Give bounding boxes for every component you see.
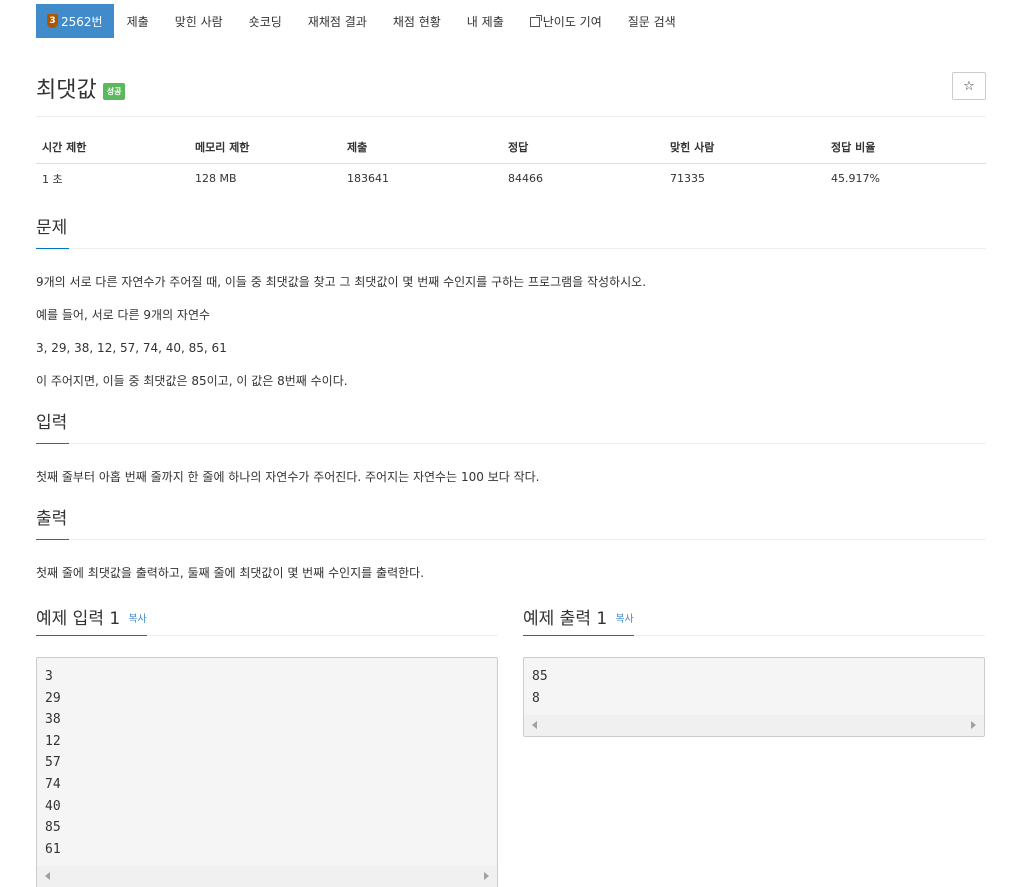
input-heading-row: 입력 xyxy=(36,412,986,444)
sample-output-section: 예제 출력 1 복사 85 8 xyxy=(523,604,985,738)
value-time-limit: 1 초 xyxy=(42,172,63,186)
tab-problem[interactable]: 3 2562번 xyxy=(36,4,114,38)
table-header-row: 시간 제한 메모리 제한 제출 정답 맞힌 사람 정답 비율 xyxy=(36,132,986,164)
tab-submit[interactable]: 제출 xyxy=(114,4,162,38)
value-solved-users: 71335 xyxy=(670,172,705,186)
scroll-right-icon[interactable] xyxy=(971,721,976,730)
tab-judge-status[interactable]: 채점 현황 xyxy=(380,4,454,38)
tier-bronze-icon: 3 xyxy=(47,14,58,28)
value-submissions: 183641 xyxy=(347,172,389,186)
tab-difficulty-contribute[interactable]: 난이도 기여 xyxy=(517,4,615,38)
problem-nav-tabs: 3 2562번 제출 맞힌 사람 숏코딩 재채점 결과 채점 현황 내 제출 난… xyxy=(36,4,689,38)
favorite-button[interactable]: ☆ xyxy=(952,72,986,100)
description-paragraph: 예를 들어, 서로 다른 9개의 자연수 xyxy=(36,308,211,322)
sample-output-box: 85 8 xyxy=(523,657,985,738)
value-memory-limit: 128 MB xyxy=(195,172,237,186)
description-heading: 문제 xyxy=(36,217,70,249)
scroll-left-icon[interactable] xyxy=(45,872,50,881)
header-accept-ratio: 정답 비율 xyxy=(825,132,986,164)
header-accepted: 정답 xyxy=(502,132,664,164)
value-accept-ratio: 45.917% xyxy=(831,172,880,186)
output-section: 출력 첫째 줄에 최댓값을 출력하고, 둘째 줄에 최댓값이 몇 번째 수인지를… xyxy=(36,508,986,583)
output-heading-row: 출력 xyxy=(36,508,986,540)
tab-question-search[interactable]: 질문 검색 xyxy=(615,4,689,38)
header-memory-limit: 메모리 제한 xyxy=(189,132,341,164)
tab-difficulty-label: 난이도 기여 xyxy=(542,14,602,29)
sample-output-scrollbar[interactable] xyxy=(524,715,984,737)
sample-input-scrollbar[interactable] xyxy=(37,866,497,887)
tab-rejudge-results[interactable]: 재채점 결과 xyxy=(295,4,380,38)
page-title: 최댓값 xyxy=(36,78,97,103)
tab-problem-label: 2562번 xyxy=(61,14,103,29)
problem-description-section: 문제 9개의 서로 다른 자연수가 주어질 때, 이들 중 최댓값을 찾고 그 … xyxy=(36,217,986,391)
scroll-left-icon[interactable] xyxy=(532,721,537,730)
sample-output-heading-row: 예제 출력 1 복사 xyxy=(523,604,985,636)
problem-info-table: 시간 제한 메모리 제한 제출 정답 맞힌 사람 정답 비율 1 초 128 M… xyxy=(36,132,986,194)
table-row: 1 초 128 MB 183641 84466 71335 45.917% xyxy=(36,163,986,194)
output-body: 첫째 줄에 최댓값을 출력하고, 둘째 줄에 최댓값이 몇 번째 수인지를 출력… xyxy=(36,540,986,583)
sample-input-content: 3 29 38 12 57 74 40 85 61 xyxy=(45,669,61,857)
external-link-icon xyxy=(529,15,542,27)
value-accepted: 84466 xyxy=(508,172,543,186)
sample-output-heading-wrap: 예제 출력 1 복사 xyxy=(523,604,634,636)
star-icon: ☆ xyxy=(963,78,975,94)
status-badge: 성공 xyxy=(102,82,126,100)
sample-input-section: 예제 입력 1 복사 3 29 38 12 57 74 40 85 61 xyxy=(36,604,498,887)
sample-input-heading-row: 예제 입력 1 복사 xyxy=(36,604,498,636)
description-paragraph: 9개의 서로 다른 자연수가 주어질 때, 이들 중 최댓값을 찾고 그 최댓값… xyxy=(36,275,647,289)
output-heading: 출력 xyxy=(36,508,70,540)
header-solved-users: 맞힌 사람 xyxy=(664,132,825,164)
input-heading: 입력 xyxy=(36,412,70,444)
sample-output-content: 85 8 xyxy=(532,669,548,706)
tab-short-coding[interactable]: 숏코딩 xyxy=(236,4,295,38)
output-description: 첫째 줄에 최댓값을 출력하고, 둘째 줄에 최댓값이 몇 번째 수인지를 출력… xyxy=(36,566,425,580)
sample-input-heading: 예제 입력 1 xyxy=(36,609,121,629)
description-paragraph: 3, 29, 38, 12, 57, 74, 40, 85, 61 xyxy=(36,341,227,355)
copy-sample-input-button[interactable]: 복사 xyxy=(128,614,146,625)
sample-input-box: 3 29 38 12 57 74 40 85 61 xyxy=(36,657,498,887)
input-description: 첫째 줄부터 아홉 번째 줄까지 한 줄에 하나의 자연수가 주어진다. 주어지… xyxy=(36,470,540,484)
sample-output-heading: 예제 출력 1 xyxy=(523,609,608,629)
tab-my-submissions[interactable]: 내 제출 xyxy=(454,4,517,38)
description-paragraph: 이 주어지면, 이들 중 최댓값은 85이고, 이 값은 8번째 수이다. xyxy=(36,374,348,388)
title-divider xyxy=(36,116,986,117)
tab-solved-users[interactable]: 맞힌 사람 xyxy=(162,4,236,38)
header-time-limit: 시간 제한 xyxy=(36,132,189,164)
scroll-right-icon[interactable] xyxy=(484,872,489,881)
input-body: 첫째 줄부터 아홉 번째 줄까지 한 줄에 하나의 자연수가 주어진다. 주어지… xyxy=(36,444,986,487)
description-body: 9개의 서로 다른 자연수가 주어질 때, 이들 중 최댓값을 찾고 그 최댓값… xyxy=(36,249,986,391)
description-heading-row: 문제 xyxy=(36,217,986,249)
sample-input-heading-wrap: 예제 입력 1 복사 xyxy=(36,604,147,636)
copy-sample-output-button[interactable]: 복사 xyxy=(615,614,633,625)
header-submissions: 제출 xyxy=(341,132,502,164)
input-section: 입력 첫째 줄부터 아홉 번째 줄까지 한 줄에 하나의 자연수가 주어진다. … xyxy=(36,412,986,487)
problem-title-row: 최댓값 성공 xyxy=(36,72,126,104)
